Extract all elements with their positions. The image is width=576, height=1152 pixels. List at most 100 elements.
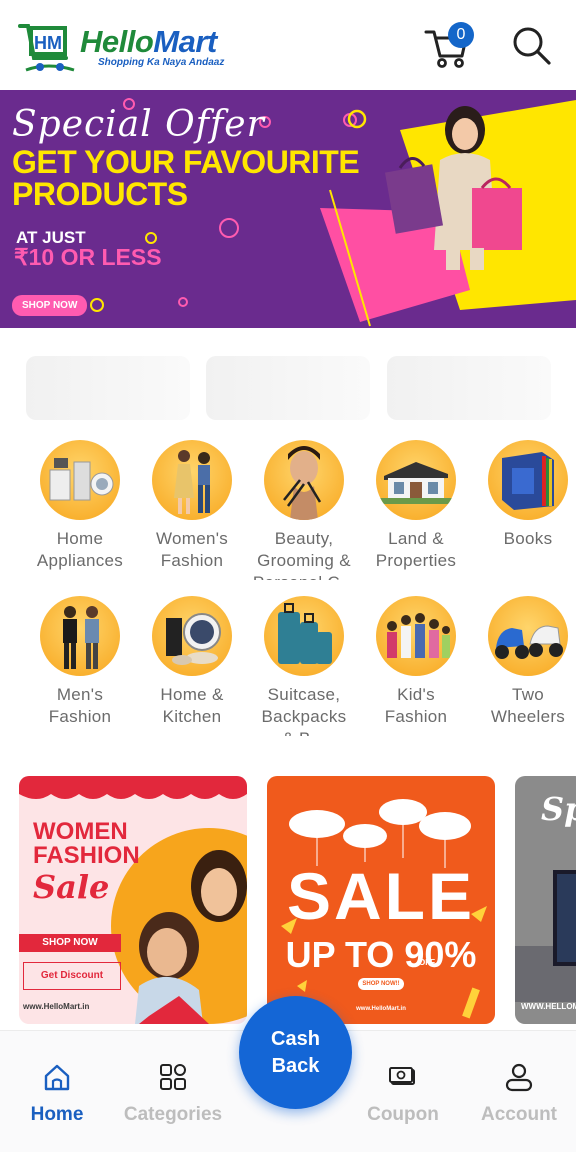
women-fashion-url: www.HelloMart.in [23, 1002, 90, 1011]
women-fashion-title-line2: FASHION [33, 842, 140, 869]
loading-placeholder-card [387, 356, 551, 420]
mens-fashion-image [40, 596, 120, 676]
category-label-line: Fashion [160, 551, 224, 570]
category-label-line: Women's [155, 529, 229, 548]
nav-account-label: Account [481, 1104, 557, 1125]
nav-home[interactable]: Home [18, 1060, 96, 1134]
brand-name: HelloMart [80, 24, 217, 60]
promo-card-women-fashion[interactable]: WOMEN FASHION Sale SHOP NOW Get Discount… [19, 776, 247, 1024]
category-label-line: Wheelers [490, 707, 566, 726]
suitcase-backpacks-image [264, 596, 344, 676]
category-label-line: Fashion [48, 707, 112, 726]
women-fashion-discount-button[interactable]: Get Discount [23, 962, 121, 990]
cashback-line1: Cash [271, 1028, 320, 1050]
banner-decor-ring [347, 109, 367, 129]
category-label: Suitcase, Backpacks & B... [248, 684, 360, 736]
banner-headline-line2: PRODUCTS [12, 176, 188, 212]
loading-placeholder-card [26, 356, 190, 420]
category-label: Beauty, Grooming & Personal C... [248, 528, 360, 580]
sale-headline: SALE [286, 859, 476, 933]
nav-account[interactable]: Account [474, 1060, 564, 1134]
category-mens-fashion[interactable]: Men's Fashion [24, 596, 136, 736]
banner-shop-now-button[interactable]: SHOP NOW [12, 295, 88, 316]
promo-card-partial[interactable]: Sp WWW.HELLOMART.IN [515, 776, 576, 1024]
logo-letters: HM [34, 33, 62, 53]
category-label-line: Books [503, 529, 553, 548]
nav-coupon[interactable]: Coupon [360, 1060, 446, 1134]
category-two-wheelers[interactable]: Two Wheelers [472, 596, 576, 736]
banner-special-offer: Special Offer [12, 104, 265, 145]
nav-categories-label: Categories [123, 1104, 223, 1125]
category-label: Kid's Fashion [360, 684, 472, 736]
home-icon [44, 1064, 70, 1091]
category-label-line: Beauty, [274, 529, 334, 548]
brand-tagline: Shopping Ka Naya Andaaz [98, 57, 225, 68]
partial-promo-title: Sp [541, 790, 576, 828]
two-wheelers-image [488, 596, 568, 676]
category-label: Books [472, 528, 576, 580]
women-fashion-title: WOMEN FASHION [33, 820, 140, 868]
nav-home-label: Home [30, 1104, 84, 1125]
category-label-line: Backpacks [261, 707, 347, 726]
categories-grid-icon [160, 1064, 186, 1090]
promo-card-sale[interactable]: SALE UP TO 90% OFF SHOP NOW!! www.HelloM… [267, 776, 495, 1024]
land-properties-image [376, 440, 456, 520]
home-appliances-image [40, 440, 120, 520]
category-label-line: Men's [56, 685, 104, 704]
books-image [488, 440, 568, 520]
category-label-line: Home [56, 529, 104, 548]
app-header: HM HelloMart Shopping Ka Naya Andaaz 0 [0, 0, 576, 90]
women-fashion-sale: Sale [33, 868, 110, 906]
promo-banner[interactable]: Special Offer GET YOUR FAVOURITE PRODUCT… [0, 90, 576, 328]
category-label-line: Suitcase, [267, 685, 341, 704]
category-label: Two Wheelers [472, 684, 576, 736]
brand-name-part1: Hello [80, 24, 154, 59]
kids-fashion-image [376, 596, 456, 676]
coupon-cash-icon [389, 1067, 415, 1085]
category-womens-fashion[interactable]: Women's Fashion [136, 440, 248, 580]
category-land-properties[interactable]: Land & Properties [360, 440, 472, 580]
category-kids-fashion[interactable]: Kid's Fashion [360, 596, 472, 736]
cart-logo-icon: HM [18, 24, 75, 72]
category-label: Men's Fashion [24, 684, 136, 736]
banner-headline: GET YOUR FAVOURITE PRODUCTS [12, 146, 372, 210]
women-fashion-title-line1: WOMEN [33, 818, 128, 845]
nav-coupon-label: Coupon [367, 1104, 439, 1125]
cashback-button[interactable]: Cash Back [239, 996, 352, 1109]
sale-shop-now-button[interactable]: SHOP NOW!! [358, 978, 404, 990]
banner-price: ₹10 OR LESS [14, 244, 162, 270]
category-label-line: Home & [160, 685, 224, 704]
category-books[interactable]: Books [472, 440, 576, 580]
sale-up-to: UP TO 90% [285, 934, 477, 975]
category-label-line: Appliances [36, 551, 124, 570]
account-user-icon [505, 1063, 533, 1092]
category-label-line: Kid's [397, 685, 435, 704]
brand-name-part2: Mart [153, 24, 217, 59]
category-home-kitchen[interactable]: Home & Kitchen [136, 596, 248, 736]
hellomart-logo[interactable]: HM HelloMart Shopping Ka Naya Andaaz [18, 18, 258, 80]
search-icon[interactable] [510, 24, 552, 66]
category-label-line: Personal C... [248, 572, 360, 580]
beauty-grooming-image [264, 440, 344, 520]
nav-categories[interactable]: Categories [116, 1060, 230, 1134]
cashback-line2: Back [271, 1055, 320, 1077]
home-kitchen-image [152, 596, 232, 676]
category-label-line: Kitchen [162, 707, 222, 726]
sale-off: OFF [419, 958, 435, 967]
women-fashion-shop-now-button[interactable]: SHOP NOW [19, 934, 121, 952]
category-home-appliances[interactable]: Home Appliances [24, 440, 136, 580]
category-label-line: Land & [388, 529, 444, 548]
banner-headline-line1: GET YOUR FAVOURITE [12, 144, 360, 180]
category-label-line: Grooming & [257, 551, 351, 570]
category-beauty-grooming[interactable]: Beauty, Grooming & Personal C... [248, 440, 360, 580]
category-label: Women's Fashion [136, 528, 248, 580]
loading-placeholder-card [206, 356, 370, 420]
category-label: Land & Properties [360, 528, 472, 580]
cart-count-badge: 0 [448, 22, 474, 48]
category-suitcase-backpacks[interactable]: Suitcase, Backpacks & B... [248, 596, 360, 736]
category-label: Home Appliances [24, 528, 136, 580]
category-label-line: & B... [248, 728, 360, 736]
partial-promo-url: WWW.HELLOMART.IN [521, 1002, 576, 1011]
womens-fashion-image [152, 440, 232, 520]
category-label-line: Properties [375, 551, 457, 570]
